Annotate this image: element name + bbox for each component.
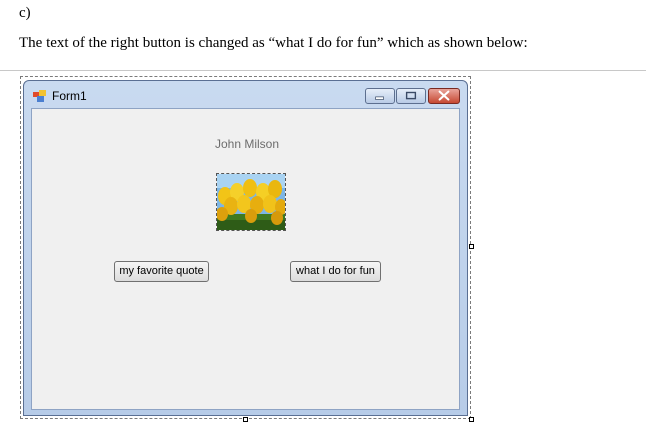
resize-handle-corner[interactable]: [469, 417, 474, 422]
form-app-icon: [33, 90, 46, 102]
title-bar[interactable]: Form1: [24, 81, 467, 108]
picture-box[interactable]: [216, 173, 286, 231]
close-icon: [438, 90, 450, 101]
name-label: John Milson: [215, 137, 280, 151]
tulips-image: [217, 174, 285, 230]
document-caption: The text of the right button is changed …: [19, 35, 528, 51]
resize-handle-bottom[interactable]: [243, 417, 248, 422]
close-button[interactable]: [428, 88, 460, 104]
minimize-button[interactable]: [365, 88, 395, 104]
window-title: Form1: [52, 89, 87, 103]
what-i-do-for-fun-button[interactable]: what I do for fun: [290, 261, 381, 282]
resize-handle-right[interactable]: [469, 244, 474, 249]
form-client-area: John Milson my favorite quote what I do …: [31, 108, 460, 410]
my-favorite-quote-button[interactable]: my favorite quote: [114, 261, 209, 282]
minimize-icon: [375, 96, 384, 100]
maximize-button[interactable]: [396, 88, 426, 104]
document-label: c): [19, 5, 31, 21]
form-window: Form1 John Milson my favorite quote what…: [23, 80, 468, 416]
maximize-icon: [405, 91, 417, 100]
separator-line: [0, 70, 646, 71]
